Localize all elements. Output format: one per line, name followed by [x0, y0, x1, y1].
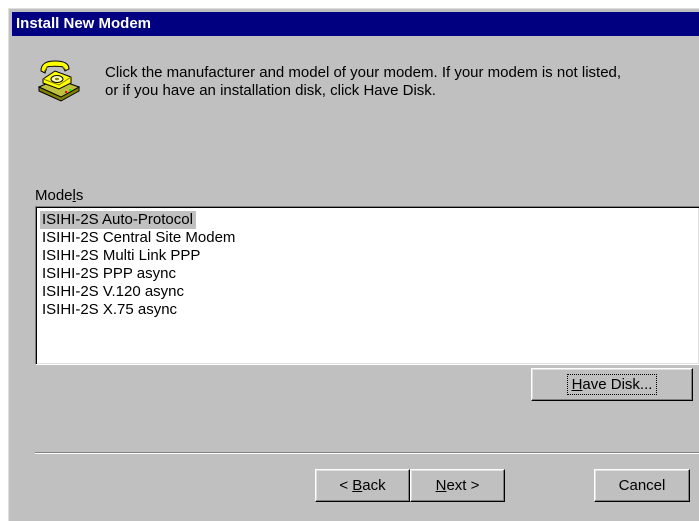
instructions-line-2: or if you have an installation disk, cli… — [105, 82, 436, 99]
list-item[interactable]: ISIHI-2S Central Site Modem — [40, 229, 238, 247]
models-listbox[interactable]: ISIHI-2S Auto-Protocol ISIHI-2S Central … — [35, 206, 699, 365]
list-item[interactable]: ISIHI-2S X.75 async — [40, 301, 180, 319]
list-item[interactable]: ISIHI-2S Multi Link PPP — [40, 247, 203, 265]
models-label: Models — [35, 187, 84, 204]
install-modem-dialog: Install New Modem Click the manufacturer… — [8, 8, 699, 521]
window-title: Install New Modem — [16, 15, 152, 32]
separator — [35, 452, 699, 454]
have-disk-button[interactable]: Have Disk... — [531, 368, 693, 401]
instructions-line-1: Click the manufacturer and model of your… — [105, 64, 622, 81]
next-button[interactable]: Next > — [410, 469, 505, 502]
telephone-modem-icon — [35, 57, 81, 103]
title-bar[interactable]: Install New Modem — [12, 12, 699, 36]
cancel-button[interactable]: Cancel — [594, 469, 690, 502]
list-item[interactable]: ISIHI-2S V.120 async — [40, 283, 187, 301]
list-item[interactable]: ISIHI-2S Auto-Protocol — [40, 211, 196, 229]
back-button[interactable]: < Back — [315, 469, 410, 502]
instructions-text: Click the manufacturer and model of your… — [105, 64, 695, 100]
list-item[interactable]: ISIHI-2S PPP async — [40, 265, 179, 283]
